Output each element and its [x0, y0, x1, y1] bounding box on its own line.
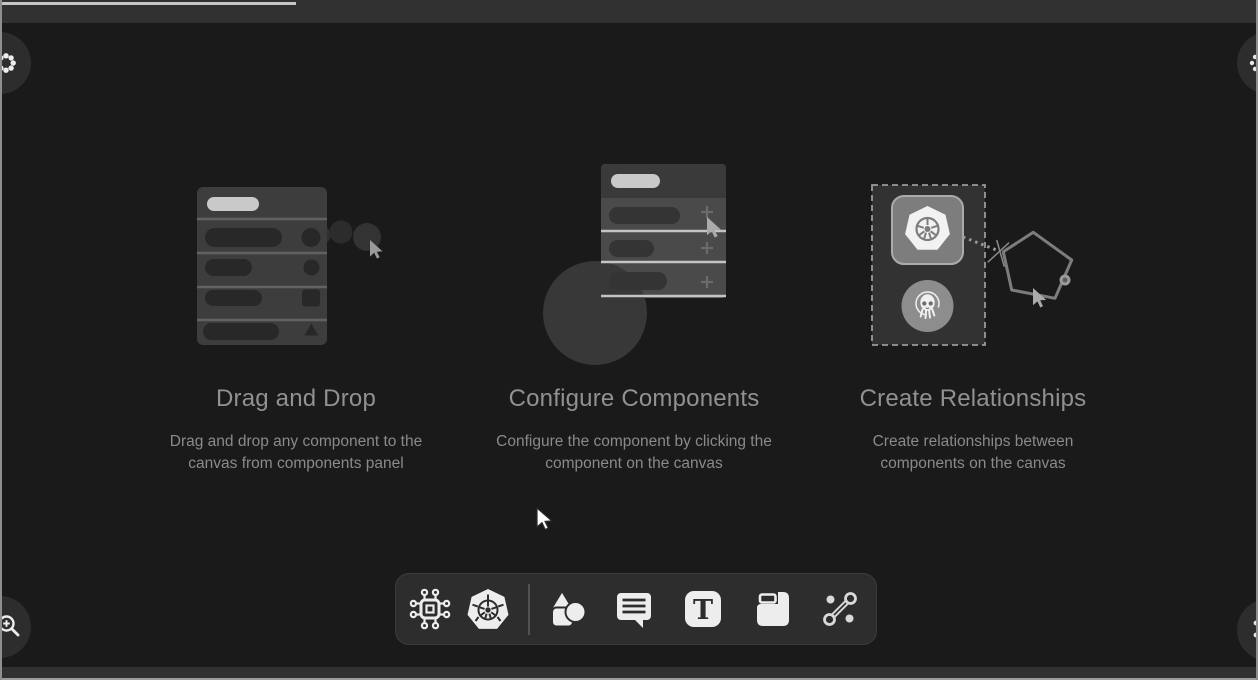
top-right-circle-button[interactable]: [1237, 32, 1258, 94]
configure-components-illustration: [535, 158, 765, 373]
create-relationships-illustration: [858, 180, 1093, 355]
top-progress-line: [0, 2, 296, 5]
bottom-left-circle-button[interactable]: [0, 596, 31, 658]
step-desc-drag-and-drop: Drag and drop any component to the canva…: [156, 431, 436, 475]
dock-divider: [528, 584, 530, 635]
text-tool-icon[interactable]: T: [680, 586, 726, 632]
zoom-in-icon: [0, 613, 22, 639]
left-window-edge: [0, 0, 2, 680]
tool-dock: T: [395, 573, 877, 645]
mouse-cursor: [533, 506, 555, 534]
drag-and-drop-illustration: [176, 178, 416, 353]
shapes-icon[interactable]: [544, 586, 590, 632]
note-icon[interactable]: [750, 586, 796, 632]
kubernetes-icon[interactable]: [465, 586, 511, 632]
bottom-right-circle-button[interactable]: [1237, 599, 1258, 661]
component-integration-icon[interactable]: [407, 586, 453, 632]
meshsync-squid: [902, 280, 954, 332]
relationship-icon[interactable]: [817, 586, 863, 632]
step-desc-create-relationships: Create relationships between components …: [858, 431, 1088, 475]
step-title-configure-components: Configure Components: [484, 385, 784, 413]
svg-text:T: T: [693, 595, 713, 626]
step-title-create-relationships: Create Relationships: [823, 385, 1123, 413]
top-left-circle-button[interactable]: [0, 32, 31, 94]
flower-icon: [0, 51, 18, 75]
step-desc-configure-components: Configure the component by clicking the …: [480, 431, 788, 475]
comment-icon[interactable]: [611, 586, 657, 632]
step-title-drag-and-drop: Drag and Drop: [146, 385, 446, 413]
